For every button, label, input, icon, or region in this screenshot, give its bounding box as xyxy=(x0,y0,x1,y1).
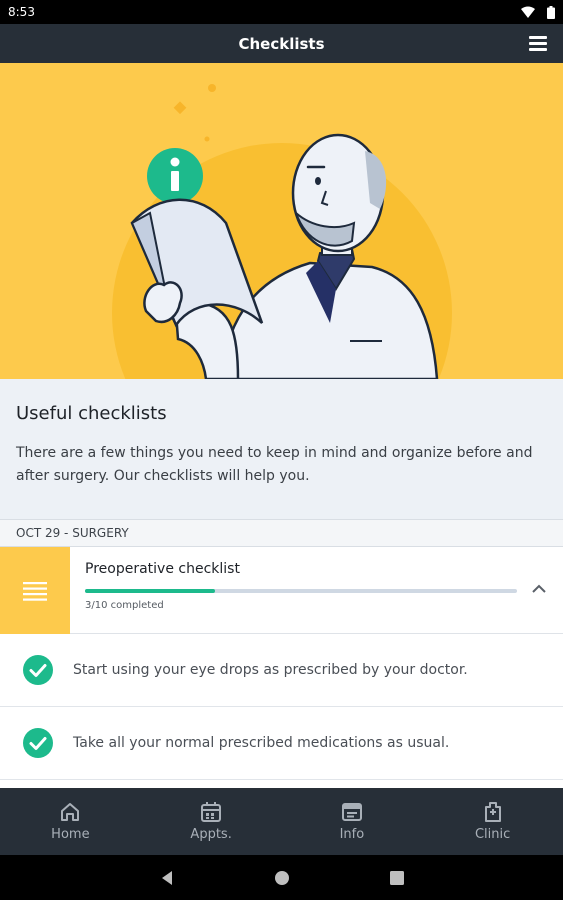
wifi-icon xyxy=(521,6,535,18)
nav-home[interactable]: Home xyxy=(0,788,141,855)
nav-info[interactable]: Info xyxy=(282,788,423,855)
home-circle-icon[interactable] xyxy=(274,870,290,886)
section-header: OCT 29 - SURGERY xyxy=(0,519,563,547)
intro-section: Useful checklists There are a few things… xyxy=(0,379,563,519)
intro-heading: Useful checklists xyxy=(16,403,167,424)
nav-clinic-label: Clinic xyxy=(474,827,511,842)
task-text: Take all your normal prescribed medicati… xyxy=(73,735,450,751)
checklist-title: Preoperative checklist xyxy=(85,561,240,577)
progress-fill xyxy=(85,589,215,593)
bottom-navigation: Home Appts. Info Clinic xyxy=(0,788,563,855)
home-icon xyxy=(61,803,80,821)
hero-illustration xyxy=(0,63,563,379)
progress-bar xyxy=(85,589,517,593)
checklist-body: Preoperative checklist 3/10 completed xyxy=(70,547,563,633)
progress-text: 3/10 completed xyxy=(85,600,164,611)
task-row[interactable]: Start using your eye drops as prescribed… xyxy=(0,634,563,707)
clinic-icon xyxy=(484,802,501,822)
calendar-icon xyxy=(201,802,222,822)
info-document-icon xyxy=(341,803,362,821)
battery-icon xyxy=(547,5,555,19)
nav-info-label: Info xyxy=(339,827,365,842)
nav-home-label: Home xyxy=(51,827,90,842)
back-icon[interactable] xyxy=(160,870,174,886)
check-circle-icon[interactable] xyxy=(23,655,53,685)
menu-icon[interactable] xyxy=(527,33,549,53)
intro-description: There are a few things you need to keep … xyxy=(16,445,533,484)
system-navigation xyxy=(0,855,563,900)
check-circle-icon[interactable] xyxy=(23,728,53,758)
task-text: Start using your eye drops as prescribed… xyxy=(73,662,468,678)
status-bar: 8:53 xyxy=(0,0,563,24)
app-bar: Checklists xyxy=(0,24,563,63)
nav-appointments[interactable]: Appts. xyxy=(141,788,282,855)
list-icon-block xyxy=(0,547,70,634)
doctor-illustration xyxy=(112,84,452,379)
chevron-up-icon[interactable] xyxy=(531,583,547,595)
task-row[interactable]: Take all your normal prescribed medicati… xyxy=(0,707,563,780)
nav-appointments-label: Appts. xyxy=(190,827,232,842)
status-time: 8:53 xyxy=(8,5,35,19)
page-title: Checklists xyxy=(238,34,325,53)
checklist-card[interactable]: Preoperative checklist 3/10 completed xyxy=(0,547,563,634)
list-icon xyxy=(23,581,47,601)
status-icons xyxy=(521,5,555,19)
nav-clinic[interactable]: Clinic xyxy=(422,788,563,855)
recents-icon[interactable] xyxy=(389,870,404,885)
